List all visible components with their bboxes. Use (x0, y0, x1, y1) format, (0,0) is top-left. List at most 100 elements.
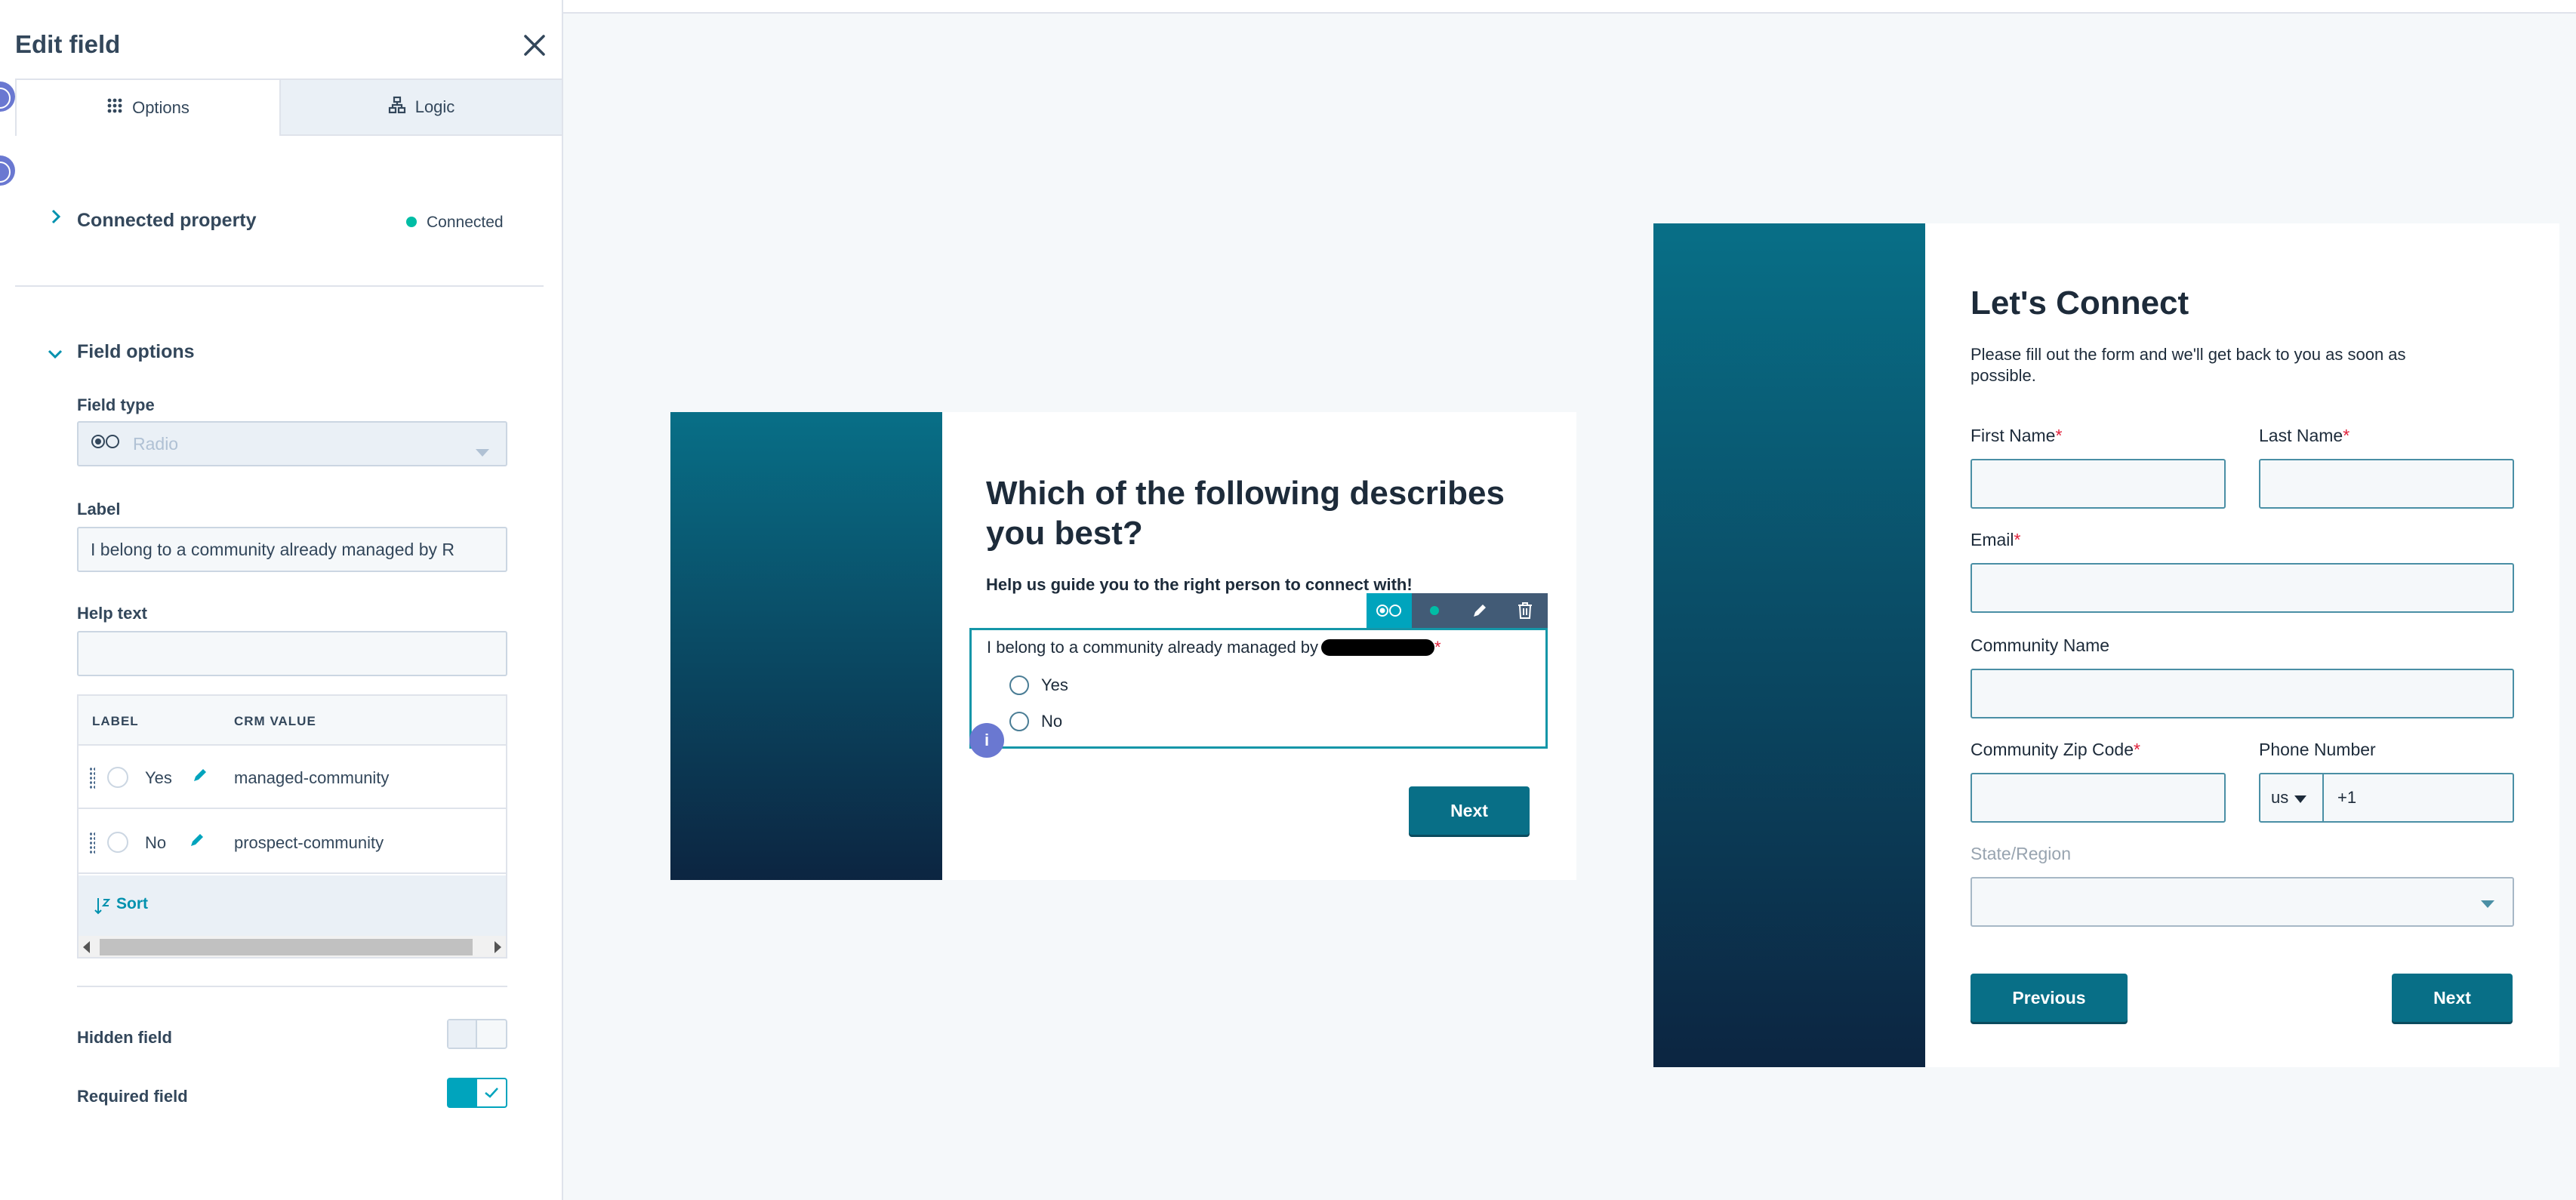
hidden-field-label: Hidden field (77, 1028, 172, 1047)
toggle-knob (448, 1020, 477, 1048)
table-row: Yes managed-community (79, 746, 506, 809)
first-name-input[interactable] (1971, 459, 2226, 509)
canvas-top-bar (563, 0, 2576, 14)
email-input[interactable] (1971, 563, 2514, 613)
form-image-panel (1653, 223, 1925, 1067)
tab-logic-label: Logic (414, 97, 455, 116)
sort-button[interactable]: Sort (116, 895, 148, 913)
form-step-1-subheading: Help us guide you to the right person to… (986, 575, 1413, 594)
hierarchy-icon (388, 96, 406, 118)
field-options-heading[interactable]: Field options (77, 341, 195, 363)
last-name-label-row: Last Name* (2259, 426, 2350, 446)
status-dot-icon[interactable] (1412, 593, 1457, 628)
question-row: I belong to a community already managed … (987, 638, 1441, 657)
phone-label: Phone Number (2259, 740, 2376, 759)
pencil-icon[interactable] (1457, 593, 1502, 628)
field-type-label: Field type (77, 395, 155, 414)
label-input[interactable]: I belong to a community already managed … (77, 527, 507, 572)
state-select[interactable] (1971, 877, 2514, 927)
panel-title: Edit field (15, 30, 121, 58)
tab-logic[interactable]: Logic (281, 78, 562, 136)
table-header: LABEL CRM VALUE (79, 696, 506, 746)
country-code-select[interactable]: us (2260, 774, 2324, 821)
radio-type-icon (91, 433, 121, 454)
pencil-icon[interactable] (189, 832, 205, 848)
phone-number-input[interactable]: +1 (2324, 774, 2356, 821)
zip-input[interactable] (1971, 773, 2226, 823)
option-label: Yes (145, 768, 172, 787)
email-label-row: Email* (1971, 530, 2020, 550)
community-name-label: Community Name (1971, 635, 2110, 655)
panel-tabs: Options Logic (0, 78, 562, 136)
required-field-toggle[interactable] (447, 1078, 507, 1108)
option-label: No (145, 833, 167, 852)
drag-handle-icon[interactable] (89, 832, 95, 854)
horizontal-scrollbar[interactable] (79, 936, 506, 957)
required-asterisk: * (2055, 426, 2063, 445)
required-asterisk: * (1434, 638, 1441, 657)
divider (15, 285, 544, 287)
form-step-1-card: Which of the following describes you bes… (670, 412, 1576, 880)
radio-option[interactable]: Yes (1009, 675, 1068, 695)
form-step-2-heading: Let's Connect (1971, 285, 2189, 322)
collaborator-dot-2[interactable] (0, 155, 15, 186)
last-name-label: Last Name (2259, 426, 2343, 445)
radio-button[interactable] (1009, 712, 1029, 731)
radio-button[interactable] (1009, 675, 1029, 695)
edit-field-panel: Edit field Options Logic Connected prope… (0, 0, 563, 1200)
chevron-right-icon[interactable] (50, 208, 62, 230)
radio-option[interactable]: No (1009, 712, 1062, 731)
connected-status: Connected (427, 214, 504, 231)
scrollbar-thumb[interactable] (100, 939, 473, 955)
caret-down-icon (2481, 898, 2494, 912)
scroll-left-icon[interactable] (83, 941, 91, 957)
next-button[interactable]: Next (2392, 974, 2513, 1022)
label-field-label: Label (77, 500, 121, 518)
email-label: Email (1971, 530, 2014, 549)
required-asterisk: * (2014, 530, 2021, 549)
country-code-value: us (2271, 788, 2289, 807)
phone-input-group: us +1 (2259, 773, 2514, 823)
close-icon[interactable] (521, 32, 548, 59)
radio-option-label: No (1041, 712, 1063, 731)
sort-icon (94, 897, 111, 918)
tab-options-label: Options (132, 98, 190, 117)
required-asterisk: * (2134, 740, 2140, 759)
status-dot (406, 217, 417, 227)
grid-icon (106, 97, 123, 118)
radio-type-icon[interactable] (1367, 593, 1412, 628)
info-badge[interactable]: i (969, 723, 1004, 758)
options-table: LABEL CRM VALUE Yes managed-community No… (77, 694, 507, 958)
selected-field-box[interactable]: I belong to a community already managed … (969, 628, 1548, 749)
caret-down-icon (476, 441, 489, 461)
required-asterisk: * (2343, 426, 2350, 445)
table-footer: Sort (79, 875, 506, 936)
hidden-field-toggle[interactable] (447, 1019, 507, 1049)
help-text-input[interactable] (77, 631, 507, 676)
form-step-1-heading: Which of the following describes you bes… (986, 475, 1505, 552)
next-button[interactable]: Next (1409, 786, 1530, 835)
scroll-right-icon[interactable] (494, 941, 501, 957)
connected-property-heading[interactable]: Connected property (77, 210, 257, 232)
field-type-value: Radio (133, 433, 179, 454)
first-name-label-row: First Name* (1971, 426, 2062, 446)
caret-down-icon (2294, 788, 2307, 808)
chevron-down-icon[interactable] (47, 344, 63, 365)
zip-label-row: Community Zip Code* (1971, 740, 2140, 760)
option-crm-value: prospect-community (234, 833, 384, 852)
trash-icon[interactable] (1502, 593, 1548, 628)
required-field-label: Required field (77, 1087, 188, 1106)
tab-options[interactable]: Options (15, 78, 281, 136)
radio-option-label: Yes (1041, 675, 1068, 694)
pencil-icon[interactable] (192, 767, 208, 783)
divider (77, 986, 507, 987)
community-name-input[interactable] (1971, 669, 2514, 718)
zip-label: Community Zip Code (1971, 740, 2134, 759)
last-name-input[interactable] (2259, 459, 2514, 509)
field-toolbar (1367, 593, 1548, 628)
first-name-label: First Name (1971, 426, 2056, 445)
radio-preview (107, 767, 128, 788)
drag-handle-icon[interactable] (89, 767, 95, 789)
previous-button[interactable]: Previous (1971, 974, 2128, 1022)
table-row: No prospect-community (79, 811, 506, 874)
